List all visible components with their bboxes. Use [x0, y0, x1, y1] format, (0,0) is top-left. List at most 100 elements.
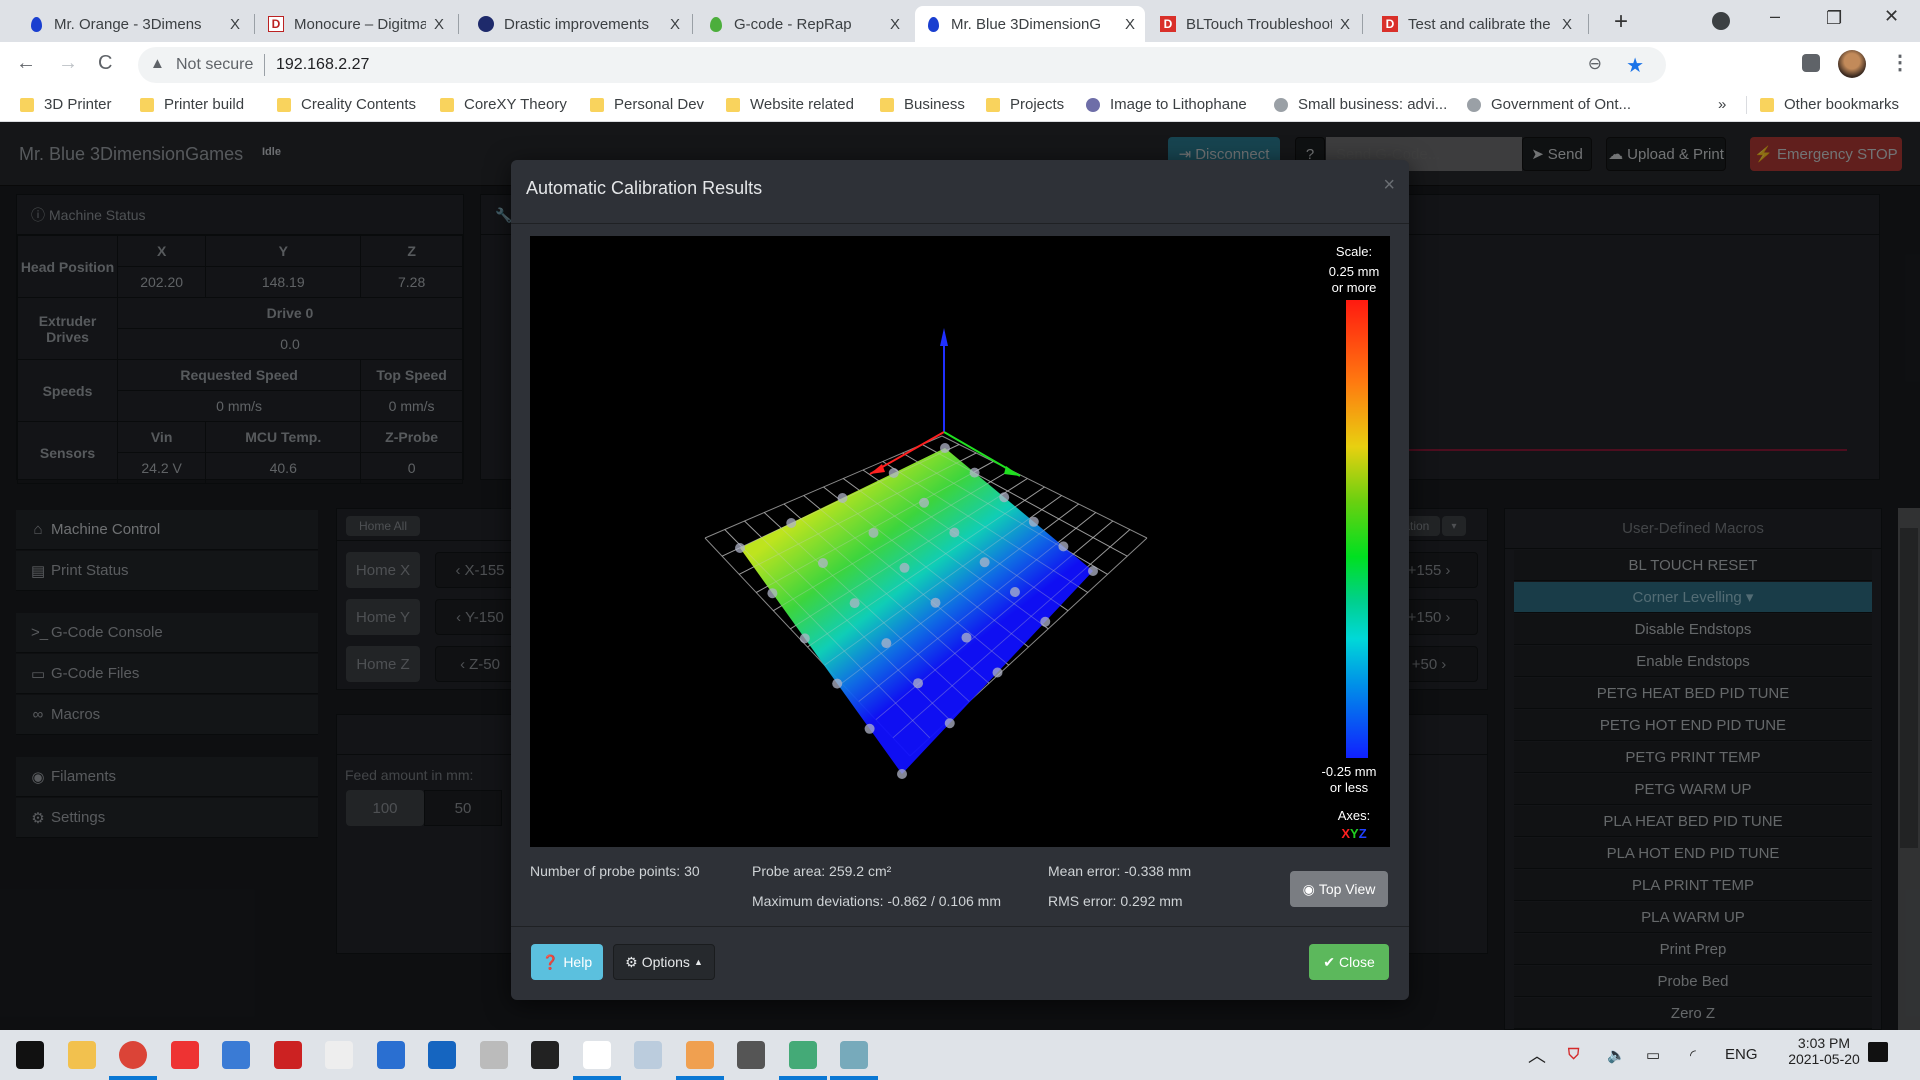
bookmarks-overflow-button[interactable]: » — [1718, 96, 1726, 113]
bookmark-item[interactable]: Website related — [726, 96, 854, 113]
volume-icon[interactable]: 🔈 — [1607, 1046, 1626, 1064]
options-button[interactable]: ⚙ Options ▲ — [613, 944, 715, 980]
bookmark-item[interactable]: Image to Lithophane — [1086, 96, 1247, 113]
macro-button[interactable]: PLA PRINT TEMP — [1514, 870, 1872, 901]
tab-test-calibrate[interactable]: D Test and calibrate the X — [1372, 6, 1582, 42]
sidebar-item-settings[interactable]: ⚙ Settings — [16, 798, 318, 838]
bookmark-item[interactable]: Projects — [986, 96, 1064, 113]
home-x-button[interactable]: Home X — [346, 552, 420, 588]
taskbar-app-4-icon[interactable] — [170, 1041, 199, 1069]
home-y-button[interactable]: Home Y — [346, 599, 420, 635]
forward-button[interactable]: → — [58, 52, 78, 75]
taskbar-app-notepad-icon[interactable] — [634, 1041, 662, 1069]
taskbar-app-calculator-icon[interactable] — [737, 1041, 765, 1069]
bookmark-item[interactable]: Printer build — [140, 96, 244, 113]
tab-close-icon[interactable]: X — [1562, 16, 1572, 33]
macro-button[interactable]: PETG HOT END PID TUNE — [1514, 710, 1872, 741]
upload-print-button[interactable]: ☁ Upload & Print — [1606, 137, 1726, 171]
new-tab-button[interactable]: + — [1614, 8, 1628, 36]
sidebar-item-macros[interactable]: ∞ Macros — [16, 695, 318, 735]
bookmark-star-icon[interactable]: ★ — [1626, 53, 1644, 78]
macro-button[interactable]: PETG WARM UP — [1514, 774, 1872, 805]
tab-monocure[interactable]: D Monocure – Digitmak X — [258, 6, 454, 42]
zoom-out-icon[interactable]: ⊖ — [1588, 54, 1602, 74]
macro-button[interactable]: Corner Levelling ▾ — [1514, 582, 1872, 613]
window-close-button[interactable]: ✕ — [1884, 6, 1899, 27]
sidebar-item-gcode-files[interactable]: ▭ G-Code Files — [16, 654, 318, 694]
tab-close-icon[interactable]: X — [1340, 16, 1350, 33]
bookmark-item[interactable]: Small business: advi... — [1274, 96, 1447, 113]
taskbar-start-icon[interactable] — [16, 1041, 44, 1069]
top-view-button[interactable]: ◉ Top View — [1290, 871, 1388, 907]
tab-close-icon[interactable]: X — [230, 16, 240, 33]
taskbar-app-alien-icon[interactable] — [325, 1041, 353, 1069]
close-button[interactable]: ✔ Close — [1309, 944, 1389, 980]
feed-100-button[interactable]: 100 — [346, 790, 424, 826]
macro-button[interactable]: PLA WARM UP — [1514, 902, 1872, 933]
taskbar-app-search-icon[interactable] — [840, 1041, 868, 1069]
sidebar-item-print-status[interactable]: ▤ Print Status — [16, 551, 318, 591]
bookmark-item[interactable]: 3D Printer — [20, 96, 112, 113]
height-map-viewport[interactable]: Scale: 0.25 mm or more -0.25 mm or less Ax… — [530, 236, 1390, 847]
taskbar-app-dark-icon[interactable] — [531, 1041, 559, 1069]
help-button[interactable]: ❓ Help — [531, 944, 603, 980]
scrollbar-thumb[interactable] — [1900, 528, 1918, 848]
tab-drastic[interactable]: Drastic improvements X — [468, 6, 690, 42]
extensions-icon[interactable] — [1802, 54, 1820, 72]
taskbar-app-printer-icon[interactable] — [479, 1041, 508, 1069]
notifications-icon[interactable] — [1868, 1042, 1888, 1062]
compensation-dropdown-icon[interactable]: ▾ — [1442, 516, 1466, 536]
taskbar-file-explorer-icon[interactable] — [67, 1041, 96, 1069]
clock[interactable]: 3:03 PM 2021-05-20 — [1786, 1035, 1862, 1067]
tab-close-icon[interactable]: X — [670, 16, 680, 33]
security-label[interactable]: Not secure — [176, 56, 253, 74]
macro-button[interactable]: BL TOUCH RESET — [1514, 550, 1872, 581]
bookmark-item[interactable]: Personal Dev — [590, 96, 704, 113]
modal-close-icon[interactable]: × — [1383, 174, 1395, 197]
sidebar-item-machine-control[interactable]: ⌂ Machine Control — [16, 510, 318, 550]
macro-button[interactable]: Probe Bed — [1514, 966, 1872, 997]
taskbar-app-spreadsheet-icon[interactable] — [788, 1041, 817, 1069]
tab-mr-orange[interactable]: Mr. Orange - 3Dimens X — [18, 6, 250, 42]
macro-button[interactable]: PLA HEAT BED PID TUNE — [1514, 806, 1872, 837]
macro-button[interactable]: Enable Endstops — [1514, 646, 1872, 677]
tab-close-icon[interactable]: X — [890, 16, 900, 33]
bookmark-item[interactable]: Business — [880, 96, 965, 113]
reload-button[interactable]: C — [98, 52, 112, 75]
back-button[interactable]: ← — [16, 52, 36, 75]
tab-mr-blue[interactable]: Mr. Blue 3DimensionG X — [915, 6, 1145, 42]
url-text[interactable]: 192.168.2.27 — [276, 56, 369, 74]
other-bookmarks[interactable]: Other bookmarks — [1760, 96, 1899, 113]
omnibox[interactable]: ▲ Not secure 192.168.2.27 ⊖ ★ — [138, 47, 1666, 83]
taskbar-app-photos-icon[interactable] — [376, 1041, 405, 1069]
home-z-button[interactable]: Home Z — [346, 646, 420, 682]
minimize-button[interactable]: – — [1770, 6, 1780, 27]
tab-close-icon[interactable]: X — [434, 16, 444, 33]
menu-kebab-icon[interactable]: ⋮ — [1890, 50, 1910, 75]
bookmark-item[interactable]: Government of Ont... — [1467, 96, 1631, 113]
sidebar-item-gcode-console[interactable]: >_ G-Code Console — [16, 613, 318, 653]
language-indicator[interactable]: ENG — [1725, 1046, 1758, 1063]
profile-avatar[interactable] — [1838, 50, 1866, 78]
macro-button[interactable]: Disable Endstops — [1514, 614, 1872, 645]
bookmark-item[interactable]: CoreXY Theory — [440, 96, 567, 113]
macro-button[interactable]: PLA HOT END PID TUNE — [1514, 838, 1872, 869]
restore-button[interactable]: ❐ — [1826, 8, 1842, 29]
feed-50-button[interactable]: 50 — [424, 790, 502, 826]
macro-button[interactable]: Print Prep — [1514, 934, 1872, 965]
tray-expand-icon[interactable]: ︿ — [1528, 1042, 1546, 1068]
wifi-icon[interactable]: ◜ — [1690, 1046, 1696, 1064]
page-scrollbar[interactable] — [1898, 508, 1920, 1030]
macro-button[interactable]: PETG HEAT BED PID TUNE — [1514, 678, 1872, 709]
emergency-stop-button[interactable]: ⚡ Emergency STOP — [1750, 137, 1902, 171]
height-map-3d[interactable] — [530, 236, 1390, 847]
taskbar-app-blue-icon[interactable] — [428, 1041, 456, 1069]
battery-icon[interactable]: ▭ — [1646, 1046, 1660, 1064]
home-all-button[interactable]: Home All — [346, 516, 420, 536]
bookmark-item[interactable]: Creality Contents — [277, 96, 416, 113]
tab-search-icon[interactable] — [1712, 12, 1730, 30]
tab-close-icon[interactable]: X — [1125, 16, 1135, 33]
send-button[interactable]: ➤ Send — [1522, 137, 1592, 171]
sidebar-item-filaments[interactable]: ◉ Filaments — [16, 757, 318, 797]
tab-bltouch[interactable]: D BLTouch Troubleshoot X — [1150, 6, 1360, 42]
